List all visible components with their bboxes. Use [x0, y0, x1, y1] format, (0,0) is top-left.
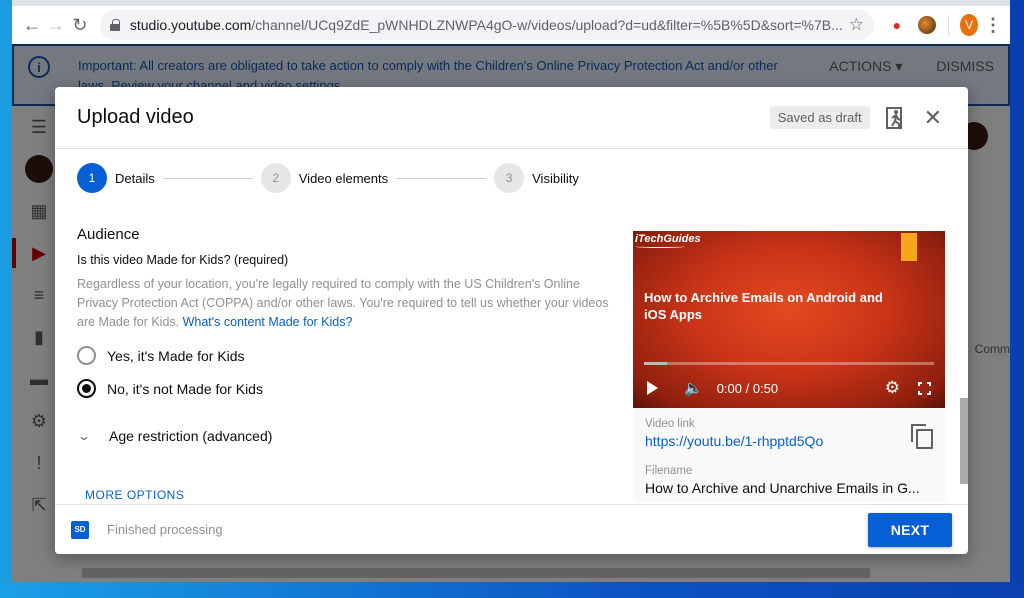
video-preview-card: iTechGuides How to Archive Emails on And…: [633, 231, 945, 502]
audience-heading: Audience: [77, 226, 140, 243]
processing-status: Finished processing: [107, 522, 223, 537]
video-link[interactable]: https://youtu.be/1-rhpptd5Qo: [645, 433, 933, 449]
step-number: 1: [77, 163, 107, 193]
next-button[interactable]: NEXT: [868, 512, 952, 547]
video-time: 0:00 / 0:50: [716, 380, 779, 396]
radio-label: No, it's not Made for Kids: [107, 380, 263, 397]
profile-avatar[interactable]: V: [960, 14, 978, 36]
forward-arrow-icon: →: [46, 14, 65, 35]
age-restriction-label: Age restriction (advanced): [109, 428, 273, 444]
filename-label: Filename: [645, 465, 693, 477]
back-arrow-icon: ←: [22, 14, 41, 35]
close-dialog-button[interactable]: ✕: [924, 105, 942, 131]
dialog-scrollbar[interactable]: [960, 398, 968, 484]
details-form: Audience Is this video Made for Kids? (r…: [77, 226, 617, 502]
video-link-label: Video link: [645, 418, 695, 430]
extension-icon[interactable]: [917, 14, 936, 36]
browser-toolbar: ← → ↻ studio.youtube.com/channel/UCq9ZdE…: [12, 6, 1010, 44]
filename-section: Filename How to Archive and Unarchive Em…: [633, 455, 945, 502]
video-overlay-title: How to Archive Emails on Android and iOS…: [644, 290, 883, 322]
video-progress-fill: [644, 362, 668, 365]
step-details[interactable]: 1 Details: [77, 163, 155, 193]
video-player[interactable]: iTechGuides How to Archive Emails on And…: [633, 231, 945, 408]
dialog-title: Upload video: [77, 106, 194, 128]
forward-button[interactable]: →: [44, 10, 68, 40]
settings-gear-icon[interactable]: ⚙: [885, 378, 900, 398]
radio-made-for-kids-yes[interactable]: Yes, it's Made for Kids: [77, 346, 617, 365]
step-connector: [162, 177, 253, 179]
extension-globe-icon: [917, 16, 936, 34]
lock-icon: [109, 19, 120, 31]
upload-video-dialog: Upload video Saved as draft ✕ 1 Details …: [55, 87, 968, 554]
made-for-kids-help-link[interactable]: What's content Made for Kids?: [183, 315, 353, 329]
exit-runner-icon: [885, 106, 902, 129]
step-label: Video elements: [298, 170, 389, 186]
back-button[interactable]: ←: [20, 10, 44, 40]
step-label: Visibility: [532, 170, 579, 186]
browser-menu-icon[interactable]: ⋮: [984, 15, 1002, 36]
video-progress-bar[interactable]: [644, 362, 934, 365]
step-connector: [396, 177, 487, 179]
step-number: 3: [494, 163, 525, 193]
dialog-footer: SD Finished processing NEXT: [55, 504, 968, 554]
step-label: Details: [115, 170, 155, 186]
url-host: studio.youtube.com: [129, 17, 252, 33]
radio-button-unchecked[interactable]: [77, 346, 96, 365]
chevron-down-icon: ⌄: [77, 429, 92, 443]
video-link-section: Video link https://youtu.be/1-rhpptd5Qo: [633, 408, 945, 455]
send-feedback-button[interactable]: [884, 106, 908, 130]
desktop-background-right: [1010, 0, 1024, 598]
filename-value: How to Archive and Unarchive Emails in G…: [645, 480, 920, 496]
fullscreen-icon[interactable]: [917, 380, 934, 398]
play-icon[interactable]: [647, 381, 658, 395]
sd-quality-icon: SD: [71, 520, 89, 539]
address-bar[interactable]: studio.youtube.com/channel/UCq9ZdE_pWNHD…: [99, 10, 875, 40]
radio-button-checked[interactable]: [77, 379, 96, 398]
radio-made-for-kids-no[interactable]: No, it's not Made for Kids: [77, 379, 617, 398]
step-video-elements[interactable]: 2 Video elements: [260, 163, 389, 193]
desktop-background-left: [0, 0, 12, 598]
reload-icon: ↻: [72, 14, 88, 35]
step-visibility[interactable]: 3 Visibility: [494, 163, 579, 193]
copy-icon[interactable]: [911, 424, 933, 449]
more-options-button[interactable]: MORE OPTIONS: [85, 488, 617, 502]
dialog-body: Audience Is this video Made for Kids? (r…: [55, 208, 968, 504]
video-controls: 🔈 0:00 / 0:50 ⚙: [633, 373, 945, 403]
url-text[interactable]: studio.youtube.com/channel/UCq9ZdE_pWNHD…: [130, 17, 843, 33]
video-corner-tag: [901, 233, 917, 261]
radio-label: Yes, it's Made for Kids: [107, 347, 245, 364]
toolbar-separator: [947, 15, 949, 35]
video-brand-watermark: iTechGuides: [635, 233, 701, 248]
bookmark-star-icon[interactable]: ☆: [849, 15, 864, 35]
extension-lastpass-icon[interactable]: ●: [888, 14, 906, 36]
desktop-taskbar-edge: [0, 582, 1024, 598]
coppa-description: Regardless of your location, you're lega…: [77, 275, 617, 332]
age-restriction-toggle[interactable]: ⌄ Age restriction (advanced): [77, 428, 617, 444]
url-path: /channel/UCq9ZdE_pWNHDLZNWPA4gO-w/videos…: [251, 17, 843, 33]
dialog-header: Upload video Saved as draft ✕: [55, 87, 968, 149]
made-for-kids-question: Is this video Made for Kids? (required): [77, 253, 289, 267]
saved-as-draft-chip: Saved as draft: [769, 106, 870, 129]
reload-button[interactable]: ↻: [68, 10, 92, 40]
step-number: 2: [260, 163, 291, 193]
upload-stepper: 1 Details 2 Video elements 3 Visibility: [55, 149, 968, 207]
volume-icon[interactable]: 🔈: [684, 379, 703, 397]
